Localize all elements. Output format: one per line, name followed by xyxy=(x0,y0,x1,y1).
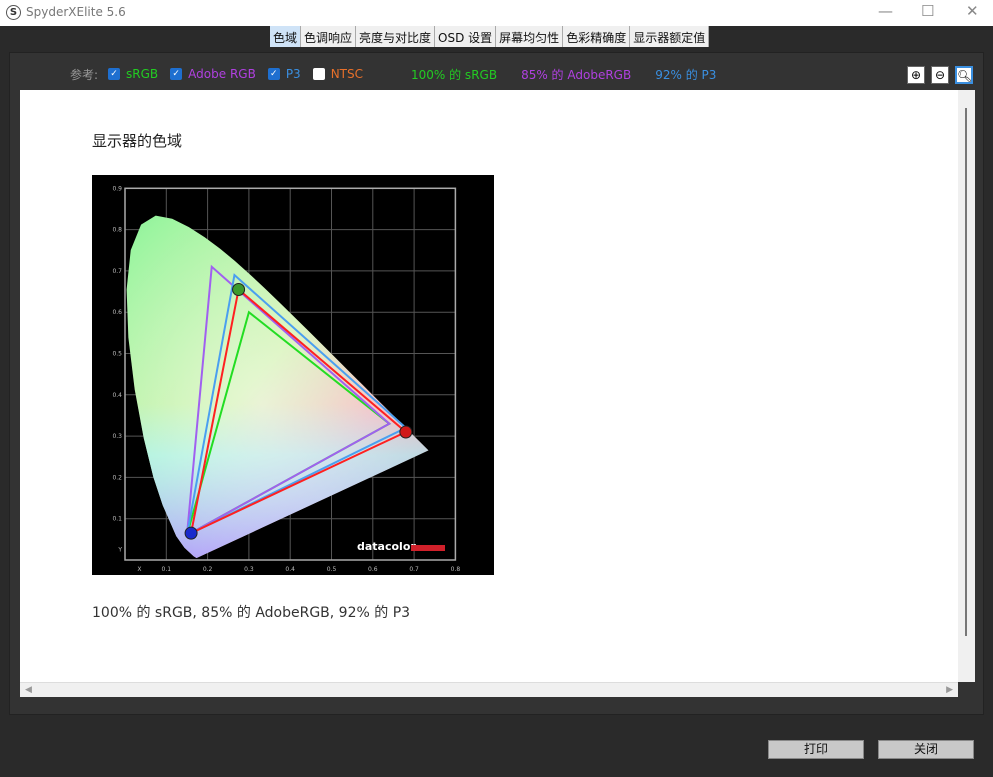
close-button[interactable]: 关闭 xyxy=(878,740,974,759)
title-bar: S SpyderXElite 5.6 — ☐ ✕ xyxy=(0,0,993,26)
y-tick-label: 0.4 xyxy=(112,392,122,399)
tab-6[interactable]: 显示器额定值 xyxy=(630,26,710,47)
print-button[interactable]: 打印 xyxy=(768,740,864,759)
app-logo: S xyxy=(6,5,21,20)
section-heading: 显示器的色域 xyxy=(92,132,183,150)
x-tick-label: 0.2 xyxy=(203,566,213,573)
result-1: 85% 的 AdobeRGB xyxy=(521,67,632,82)
reference-label: 参考: xyxy=(70,67,99,82)
y-axis-label: Y xyxy=(117,547,122,554)
zoom-fit-icon: 🔍︎ xyxy=(957,69,973,83)
tab-bar: 色域 色调响应 亮度与对比度 OSD 设置 屏幕均匀性 色彩精确度 显示器额定值 xyxy=(270,26,710,47)
tab-4[interactable]: 屏幕均匀性 xyxy=(496,26,564,47)
primary-marker xyxy=(232,282,246,296)
x-tick-label: 0.4 xyxy=(285,566,295,573)
reference-bar: 参考: ✓ sRGB ✓ Adobe RGB ✓ P3 NTSC 100% 的 sRGB 85% … xyxy=(70,66,740,82)
x-tick-label: 0.5 xyxy=(327,566,337,573)
checkbox-0[interactable]: ✓ xyxy=(108,68,121,80)
tab-2[interactable]: 亮度与对比度 xyxy=(356,26,436,47)
tab-3[interactable]: OSD 设置 xyxy=(435,26,497,47)
y-tick-label: 0.9 xyxy=(112,185,122,192)
y-tick-label: 0.2 xyxy=(112,474,122,481)
close-icon[interactable]: ✕ xyxy=(966,2,979,20)
y-tick-label: 0.5 xyxy=(112,351,122,358)
zoom-out-button[interactable]: ⊖ xyxy=(931,66,949,84)
minimize-icon[interactable]: — xyxy=(878,2,893,20)
scroll-left-icon[interactable]: ◀ xyxy=(25,685,32,695)
scroll-right-icon[interactable]: ▶ xyxy=(946,685,953,695)
scroll-thumb[interactable] xyxy=(965,108,967,636)
report-content: 显示器的色域 0.1 0.2 0.3 0.4 0.5 0.6 0.7 0.8 0.1 0.2 0.3… xyxy=(20,90,958,682)
reference-0: sRGB xyxy=(126,67,159,81)
x-axis-label: X xyxy=(137,566,141,573)
maximize-icon[interactable]: ☐ xyxy=(921,2,934,20)
primary-marker xyxy=(399,425,413,439)
tab-1[interactable]: 色调响应 xyxy=(301,26,357,47)
gamut-chart: 0.1 0.2 0.3 0.4 0.5 0.6 0.7 0.8 0.1 0.2 0.3 0.4 0.5 0… xyxy=(92,175,494,575)
datacolor-logo: datacolor xyxy=(357,540,416,553)
gamut-caption: 100% 的 sRGB, 85% 的 AdobeRGB, 92% 的 P3 xyxy=(92,605,411,621)
x-tick-label: 0.3 xyxy=(244,566,254,573)
zoom-fit-button[interactable]: 🔍︎ xyxy=(955,66,973,84)
checkbox-1[interactable]: ✓ xyxy=(170,68,183,80)
result-2: 92% 的 P3 xyxy=(655,67,717,82)
result-0: 100% 的 sRGB xyxy=(411,67,498,82)
zoom-in-icon: ⊕ xyxy=(910,68,922,82)
horizontal-scrollbar[interactable]: ◀ ▶ xyxy=(20,682,958,697)
datacolor-logo-bar xyxy=(411,545,445,551)
y-tick-label: 0.6 xyxy=(112,309,122,316)
primary-marker xyxy=(184,526,198,540)
y-tick-label: 0.7 xyxy=(112,268,122,275)
tab-0[interactable]: 色域 xyxy=(270,26,302,47)
x-tick-label: 0.7 xyxy=(409,566,419,573)
vertical-scrollbar[interactable] xyxy=(958,90,975,682)
y-tick-label: 0.8 xyxy=(112,227,122,234)
reference-2: P3 xyxy=(285,67,301,81)
y-tick-label: 0.3 xyxy=(112,433,122,440)
zoom-out-icon: ⊖ xyxy=(934,68,946,82)
x-tick-label: 0.1 xyxy=(162,566,172,573)
checkbox-2[interactable]: ✓ xyxy=(267,68,280,80)
x-tick-label: 0.8 xyxy=(451,566,461,573)
zoom-in-button[interactable]: ⊕ xyxy=(907,66,925,84)
tab-5[interactable]: 色彩精确度 xyxy=(563,26,631,47)
checkbox-3[interactable] xyxy=(312,68,325,80)
y-tick-label: 0.1 xyxy=(112,516,122,523)
window-title: SpyderXElite 5.6 xyxy=(26,5,126,19)
reference-3: NTSC xyxy=(330,67,363,81)
reference-1: Adobe RGB xyxy=(188,67,256,81)
x-tick-label: 0.6 xyxy=(368,566,378,573)
